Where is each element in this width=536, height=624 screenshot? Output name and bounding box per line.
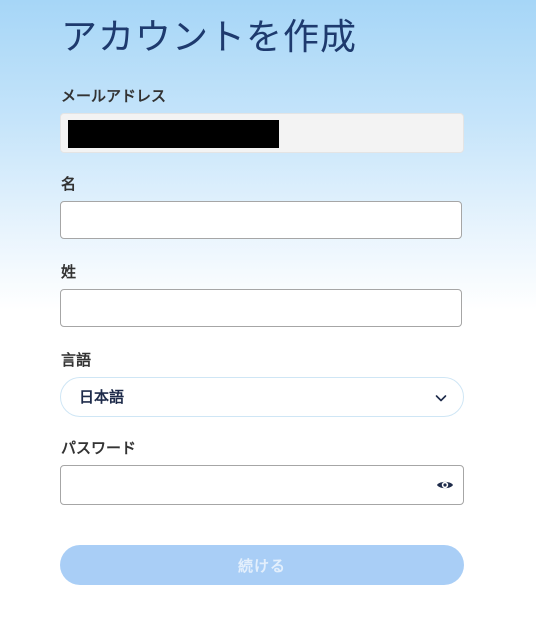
email-label: メールアドレス <box>61 87 167 105</box>
first-name-label: 名 <box>61 175 77 193</box>
email-field <box>60 113 464 153</box>
password-label: パスワード <box>61 439 137 457</box>
first-name-field[interactable] <box>60 201 462 239</box>
continue-button[interactable]: 続ける <box>60 545 464 585</box>
email-redaction <box>68 120 279 148</box>
language-select[interactable]: 日本語 <box>60 377 464 417</box>
last-name-field[interactable] <box>60 289 462 327</box>
password-field-wrapper <box>60 465 464 505</box>
chevron-down-icon <box>435 395 447 402</box>
language-label: 言語 <box>61 351 92 369</box>
last-name-label: 姓 <box>61 263 77 281</box>
eye-icon[interactable] <box>436 476 454 494</box>
password-field[interactable] <box>60 465 464 505</box>
language-selected-value: 日本語 <box>79 388 125 406</box>
page-title: アカウントを作成 <box>61 17 358 58</box>
